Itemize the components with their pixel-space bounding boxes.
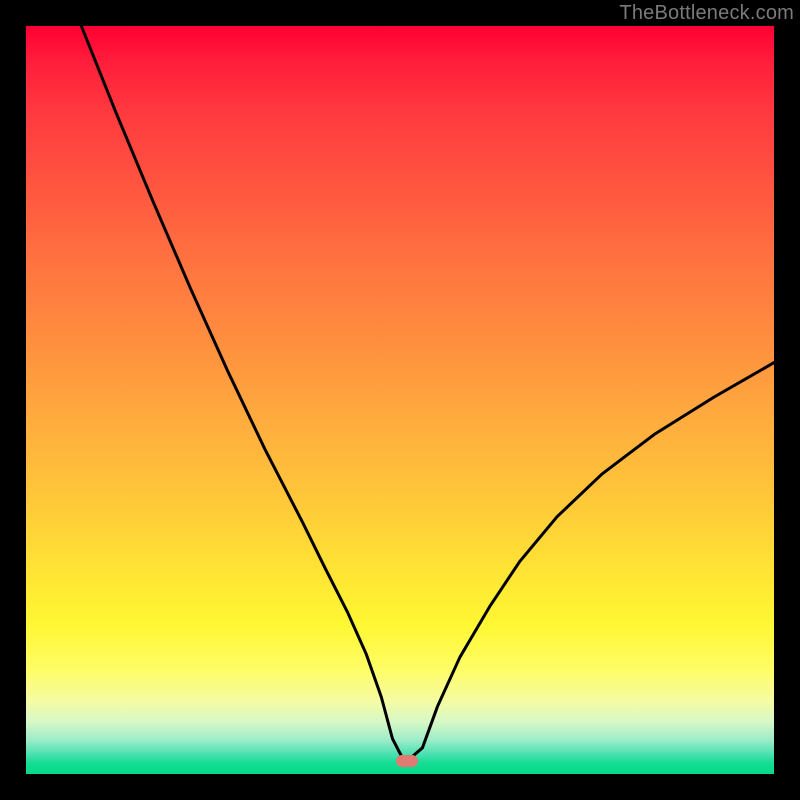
plot-area	[26, 26, 774, 774]
optimum-marker-icon	[396, 755, 418, 767]
chart-frame: TheBottleneck.com	[0, 0, 800, 800]
watermark-text: TheBottleneck.com	[619, 2, 794, 25]
bottleneck-curve	[26, 26, 774, 774]
